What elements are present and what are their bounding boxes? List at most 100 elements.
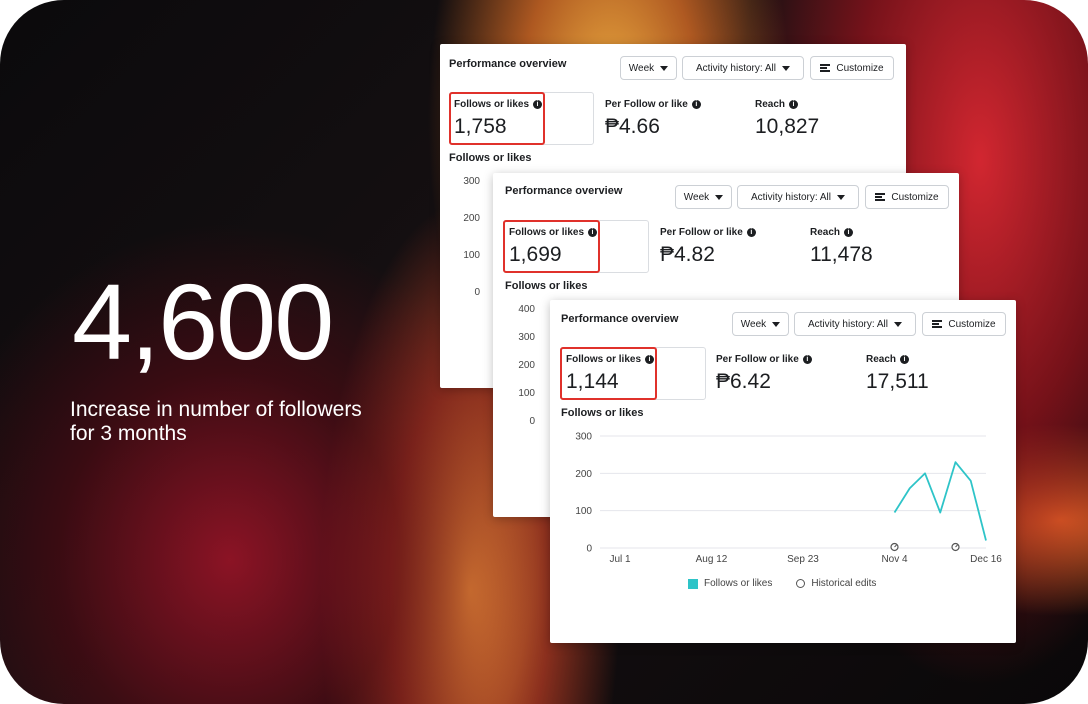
metric-reach[interactable]: Reach i 11,478	[810, 227, 873, 267]
y-tick: 0	[474, 287, 480, 298]
chart-subheading: Follows or likes	[561, 407, 644, 419]
metric-value: ₱4.66	[605, 115, 660, 138]
historical-edit-marker[interactable]	[890, 542, 899, 552]
metric-value: 1,699	[509, 243, 562, 266]
chevron-down-icon	[782, 65, 791, 71]
metric-value: ₱4.82	[660, 243, 715, 266]
y-tick: 100	[463, 250, 480, 261]
metric-follows[interactable]: Follows or likes i 1,699	[509, 227, 598, 267]
metric-value: 11,478	[810, 243, 873, 266]
customize-label: Customize	[948, 318, 996, 330]
y-tick-label: 0	[586, 544, 592, 555]
metric-label: Per Follow or like	[605, 99, 688, 110]
activity-label: Activity history: All	[695, 62, 777, 74]
metric-label: Follows or likes	[566, 354, 642, 365]
chart-subheading: Follows or likes	[449, 152, 532, 164]
metric-value: 10,827	[755, 115, 820, 138]
legend-series-label: Follows or likes	[704, 578, 773, 589]
metric-value: 17,511	[866, 370, 929, 393]
metric-per-follow[interactable]: Per Follow or like i ₱4.66	[605, 99, 701, 139]
x-tick-label: Jul 1	[609, 554, 631, 565]
info-icon: i	[802, 355, 812, 364]
legend-swatch	[688, 578, 698, 589]
y-tick: 300	[463, 176, 480, 187]
info-icon: i	[900, 355, 910, 364]
caption-line-1: Increase in number of followers	[70, 398, 362, 421]
activity-history-dropdown[interactable]: Activity history: All	[682, 56, 804, 80]
info-icon: i	[645, 355, 655, 364]
metric-label: Per Follow or like	[716, 354, 799, 365]
historical-edits-icon	[796, 579, 806, 588]
week-dropdown[interactable]: Week	[675, 185, 732, 209]
x-tick-label: Nov 4	[881, 554, 908, 565]
info-icon: i	[844, 228, 854, 237]
info-icon: i	[533, 100, 543, 109]
follows-line-chart: 0 100 200 300 Jul 1 Aug 12 Sep 23 Nov 4 Dec 16	[575, 432, 1002, 566]
activity-history-dropdown[interactable]: Activity history: All	[737, 185, 859, 209]
y-tick: 200	[518, 360, 535, 371]
week-label: Week	[683, 191, 710, 203]
follower-increase-number: 4,600	[72, 261, 334, 382]
info-icon: i	[588, 228, 598, 237]
customize-label: Customize	[891, 191, 939, 203]
customize-button[interactable]: Customize	[922, 312, 1006, 336]
promo-background: 4,600 Increase in number of followers fo…	[0, 0, 1088, 704]
y-tick: 400	[518, 304, 535, 315]
metric-follows[interactable]: Follows or likes i 1,144	[566, 354, 655, 394]
customize-icon	[820, 64, 831, 72]
metric-label: Reach	[810, 227, 841, 238]
legend-edits-label: Historical edits	[811, 578, 877, 589]
follower-increase-caption: Increase in number of followers for 3 mo…	[70, 398, 430, 446]
chevron-down-icon	[894, 321, 903, 327]
card-title: Performance overview	[561, 313, 679, 325]
x-tick-label: Sep 23	[787, 554, 819, 565]
y-tick-label: 100	[575, 506, 592, 517]
week-label: Week	[628, 62, 655, 74]
metric-follows[interactable]: Follows or likes i 1,758	[454, 99, 543, 139]
performance-card-3: Performance overview Week Activity histo…	[550, 300, 1016, 643]
customize-label: Customize	[836, 62, 884, 74]
x-tick-label: Aug 12	[696, 554, 728, 565]
week-dropdown[interactable]: Week	[620, 56, 677, 80]
metric-label: Follows or likes	[509, 227, 585, 238]
y-tick: 300	[518, 332, 535, 343]
historical-edit-marker[interactable]	[951, 542, 960, 552]
chart-subheading: Follows or likes	[505, 280, 588, 292]
week-dropdown[interactable]: Week	[732, 312, 789, 336]
customize-button[interactable]: Customize	[810, 56, 894, 80]
metric-reach[interactable]: Reach i 17,511	[866, 354, 929, 394]
y-tick: 100	[518, 388, 535, 399]
customize-button[interactable]: Customize	[865, 185, 949, 209]
info-icon: i	[789, 100, 799, 109]
activity-label: Activity history: All	[750, 191, 832, 203]
metric-label: Reach	[866, 354, 897, 365]
activity-history-dropdown[interactable]: Activity history: All	[794, 312, 916, 336]
chevron-down-icon	[660, 65, 669, 71]
chevron-down-icon	[772, 321, 781, 327]
y-tick: 0	[529, 416, 535, 427]
customize-icon	[875, 193, 886, 201]
metric-value: 1,144	[566, 370, 619, 393]
info-icon: i	[746, 228, 756, 237]
card-title: Performance overview	[449, 58, 567, 70]
info-icon: i	[691, 100, 701, 109]
card-title: Performance overview	[505, 185, 623, 197]
metric-reach[interactable]: Reach i 10,827	[755, 99, 819, 139]
series-line-follows-or-likes	[893, 461, 987, 541]
metric-value: 1,758	[454, 115, 507, 138]
activity-label: Activity history: All	[807, 318, 889, 330]
metric-label: Follows or likes	[454, 99, 530, 110]
chevron-down-icon	[715, 194, 724, 200]
y-tick: 200	[463, 213, 480, 224]
chevron-down-icon	[837, 194, 846, 200]
y-tick-label: 300	[575, 432, 592, 443]
y-tick-label: 200	[575, 469, 592, 480]
metric-value: ₱6.42	[716, 370, 771, 393]
chart-legend: Follows or likes Historical edits	[688, 578, 876, 589]
x-tick-label: Dec 16	[970, 554, 1002, 565]
caption-line-2: for 3 months	[70, 422, 187, 445]
metric-per-follow[interactable]: Per Follow or like i ₱4.82	[660, 227, 756, 267]
metric-label: Per Follow or like	[660, 227, 743, 238]
customize-icon	[932, 320, 943, 328]
metric-per-follow[interactable]: Per Follow or like i ₱6.42	[716, 354, 812, 394]
